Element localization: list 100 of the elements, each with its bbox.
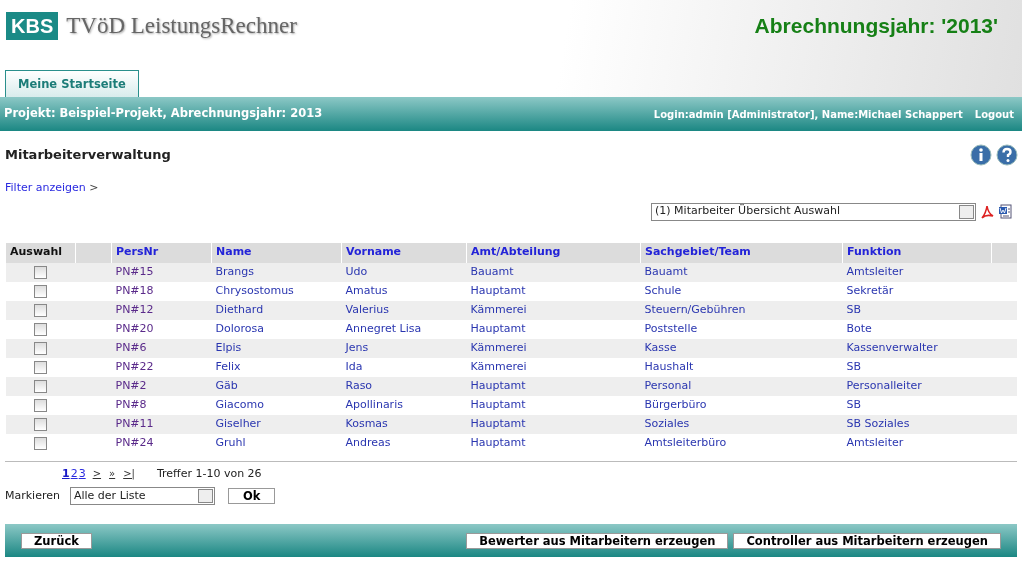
page-link[interactable]: 1 — [62, 465, 70, 482]
table-cell: Elpis — [215, 340, 242, 354]
result-count: Treffer 1-10 von 26 — [156, 465, 262, 482]
table-cell: Jens — [345, 340, 369, 354]
page-nav-link[interactable]: » — [109, 466, 116, 482]
table-cell: PN#2 — [115, 378, 147, 392]
table-cell: Sekretär — [846, 283, 894, 297]
table-cell: Valerius — [345, 302, 390, 316]
table-cell: Kassenverwalter — [846, 340, 938, 354]
table-cell: Hauptamt — [470, 435, 526, 449]
page-title: Mitarbeiterverwaltung — [5, 146, 171, 165]
mark-select[interactable]: Alle der Liste — [69, 487, 215, 505]
column-header: Auswahl — [5, 242, 76, 263]
row-checkbox[interactable] — [34, 360, 47, 374]
table-cell: Personalleiter — [846, 378, 922, 392]
table-cell: Bote — [846, 321, 872, 335]
table-cell: SB — [846, 359, 862, 373]
table-cell: Hauptamt — [470, 378, 526, 392]
row-checkbox[interactable] — [34, 341, 47, 355]
mark-label: Markieren — [5, 487, 60, 504]
report-select[interactable]: (1) Mitarbeiter Übersicht Auswahl — [651, 202, 976, 221]
footer-button[interactable]: Bewerter aus Mitarbeitern erzeugen — [466, 532, 729, 549]
column-header[interactable]: Funktion — [842, 242, 992, 263]
table-cell: Amtsleiter — [846, 264, 904, 278]
table-cell: Hauptamt — [470, 397, 526, 411]
footer-button[interactable]: Zurück — [21, 532, 92, 549]
logo: KBS — [6, 12, 59, 41]
page-link[interactable]: 2 — [70, 465, 78, 482]
table-cell: Diethard — [215, 302, 264, 316]
column-header[interactable]: Amt/Abteilung — [466, 242, 641, 263]
table-cell: Gäb — [215, 378, 238, 392]
table-cell: Steuern/Gebühren — [644, 302, 746, 316]
project-label: Projekt: Beispiel-Projekt, Abrechnungsjahr: 2013 — [4, 105, 323, 123]
table-cell: Dolorosa — [215, 321, 264, 335]
column-header[interactable]: PersNr — [111, 242, 212, 263]
word-document-icon[interactable] — [998, 203, 1012, 220]
page-nav-link[interactable]: > — [92, 466, 102, 482]
table-cell: Soziales — [644, 416, 690, 430]
table-cell: SB — [846, 397, 862, 411]
table-cell: Chrysostomus — [215, 283, 294, 297]
column-header[interactable]: Sachgebiet/Team — [640, 242, 843, 263]
row-checkbox[interactable] — [34, 417, 47, 431]
row-checkbox[interactable] — [34, 398, 47, 412]
page-nav-link[interactable]: >| — [123, 466, 135, 482]
tab[interactable]: Meine Startseite — [5, 69, 139, 97]
table-cell: PN#11 — [115, 416, 154, 430]
footer-button[interactable]: Controller aus Mitarbeitern erzeugen — [733, 532, 1001, 549]
table-cell: Amtsleiter — [846, 435, 904, 449]
table-cell: Kosmas — [345, 416, 388, 430]
row-checkbox[interactable] — [34, 436, 47, 450]
app-title: TVöD LeistungsRechner — [66, 12, 297, 40]
row-checkbox[interactable] — [34, 322, 47, 336]
table-cell: Brangs — [215, 264, 254, 278]
table-cell: Amtsleiterbüro — [644, 435, 727, 449]
table-cell: Kämmerei — [470, 359, 527, 373]
row-checkbox[interactable] — [34, 265, 47, 279]
table-cell: Haushalt — [644, 359, 694, 373]
table-cell: Bürgerbüro — [644, 397, 707, 411]
table-cell: PN#22 — [115, 359, 154, 373]
help-icon[interactable] — [996, 144, 1018, 166]
table-cell: Kämmerei — [470, 340, 527, 354]
table-cell: Bauamt — [644, 264, 688, 278]
table-cell: Schule — [644, 283, 682, 297]
table-cell: Raso — [345, 378, 373, 392]
info-icon[interactable] — [970, 144, 992, 166]
table-cell: Hauptamt — [470, 321, 526, 335]
table-cell: SB Soziales — [846, 416, 910, 430]
table-cell: Giacomo — [215, 397, 265, 411]
year-title: Abrechnungsjahr: '2013' — [754, 13, 998, 39]
table-cell: Felix — [215, 359, 241, 373]
table-cell: PN#6 — [115, 340, 147, 354]
table-cell: Gruhl — [215, 435, 246, 449]
row-checkbox[interactable] — [34, 379, 47, 393]
pdf-icon[interactable] — [980, 203, 994, 220]
page-link[interactable]: 3 — [78, 465, 86, 482]
table-cell: PN#20 — [115, 321, 154, 335]
table-cell: PN#12 — [115, 302, 154, 316]
table-cell: Personal — [644, 378, 692, 392]
column-header[interactable]: Name — [211, 242, 342, 263]
table-cell: Poststelle — [644, 321, 698, 335]
table-cell: Hauptamt — [470, 283, 526, 297]
table-cell: Apollinaris — [345, 397, 403, 411]
filter-link[interactable]: Filter anzeigen > — [5, 181, 99, 194]
table-cell: PN#24 — [115, 435, 154, 449]
table-cell: Udo — [345, 264, 368, 278]
table-cell: Kasse — [644, 340, 677, 354]
table-cell: Amatus — [345, 283, 388, 297]
ok-button[interactable]: Ok — [227, 488, 276, 504]
row-checkbox[interactable] — [34, 284, 47, 298]
login-info: Login:admin [Administrator], Name:Michael Schappert — [653, 107, 963, 122]
table-cell: PN#8 — [115, 397, 147, 411]
column-header[interactable]: Vorname — [341, 242, 467, 263]
table-cell: SB — [846, 302, 862, 316]
table-cell: PN#15 — [115, 264, 154, 278]
row-checkbox[interactable] — [34, 303, 47, 317]
table-cell: Hauptamt — [470, 416, 526, 430]
table-cell: PN#18 — [115, 283, 154, 297]
table-cell: Annegret Lisa — [345, 321, 422, 335]
table-cell: Giselher — [215, 416, 261, 430]
table-cell: Bauamt — [470, 264, 514, 278]
